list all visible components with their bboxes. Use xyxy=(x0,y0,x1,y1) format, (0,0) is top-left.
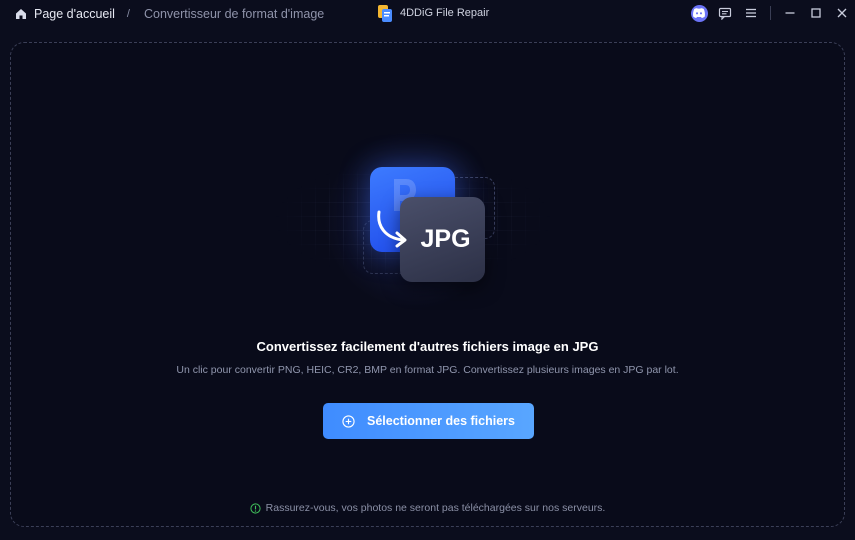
close-button[interactable] xyxy=(829,0,855,26)
plus-circle-icon xyxy=(342,414,355,428)
select-files-label: Sélectionner des fichiers xyxy=(367,414,515,428)
close-icon xyxy=(837,8,847,18)
select-files-button[interactable]: Sélectionner des fichiers xyxy=(323,403,534,439)
breadcrumb-separator: / xyxy=(126,8,130,20)
page-description: Un clic pour convertir PNG, HEIC, CR2, B… xyxy=(176,364,679,376)
home-link[interactable]: Page d'accueil xyxy=(14,7,115,21)
feedback-button[interactable] xyxy=(712,0,738,26)
home-icon xyxy=(16,9,26,19)
window-controls xyxy=(686,0,855,26)
minimize-button[interactable] xyxy=(777,0,803,26)
title-bar: Page d'accueil / Convertisseur de format… xyxy=(0,0,855,28)
app-name: 4DDiG File Repair xyxy=(400,7,490,19)
feedback-icon xyxy=(718,7,732,20)
maximize-icon xyxy=(811,8,821,18)
breadcrumb-current: Convertisseur de format d'image xyxy=(143,7,325,21)
menu-button[interactable] xyxy=(738,0,764,26)
controls-divider xyxy=(770,6,771,20)
jpg-format-label: JPG xyxy=(420,225,471,253)
app-logo-icon xyxy=(378,4,392,22)
convert-arrow-icon xyxy=(377,210,407,248)
shield-check-icon xyxy=(250,502,261,514)
menu-icon xyxy=(746,8,756,18)
privacy-note-text: Rassurez-vous, vos photos ne seront pas … xyxy=(265,502,606,514)
discord-icon xyxy=(690,4,708,22)
privacy-note: Rassurez-vous, vos photos ne seront pas … xyxy=(0,502,855,514)
minimize-icon xyxy=(785,12,795,14)
breadcrumb: Page d'accueil / Convertisseur de format… xyxy=(0,0,324,28)
app-title: 4DDiG File Repair xyxy=(378,3,489,23)
page-headline: Convertissez facilement d'autres fichier… xyxy=(256,339,599,354)
discord-button[interactable] xyxy=(686,0,712,26)
maximize-button[interactable] xyxy=(803,0,829,26)
home-label: Page d'accueil xyxy=(34,7,115,21)
jpg-converter-illustration: JPG xyxy=(263,130,563,310)
